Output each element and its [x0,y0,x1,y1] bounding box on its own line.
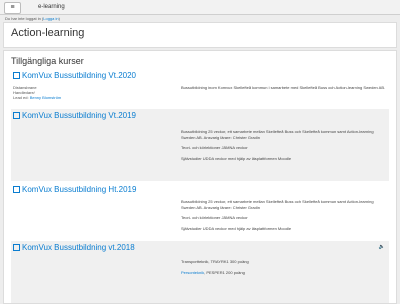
summary-paragraph: Självstudier UDDA veckor med hjälp av lä… [181,155,292,161]
summary-paragraph: Transportteknik, TRAYRK1 300 poäng [181,259,249,264]
teacher-label: Lead ed: [13,95,30,100]
login-info-prefix: Du har inte loggat in ( [5,16,44,21]
course-title-text: KomVux Bussutbildning vt.2018 [22,243,135,252]
course-icon [13,244,20,251]
summary-link[interactable]: Personteknik [181,270,204,275]
course-icon [13,112,20,119]
course-icon [13,72,20,79]
summary-paragraph: Bussutbildning 25 veckor, ett samarbete … [181,129,374,140]
site-brand[interactable]: e-learning [38,2,65,12]
hamburger-menu-icon[interactable]: ≡ [4,2,21,14]
login-info: Du har inte loggat in (Logga in) [5,16,60,21]
course-title-text: KomVux Bussutbildning Vt.2019 [22,111,136,120]
course-summary: Transportteknik, TRAYRK1 300 poäng Perso… [181,259,386,280]
summary-paragraph: Personteknik, PESPER1 200 poäng [181,270,386,276]
course-title-link[interactable]: KomVux Bussutbildning Vt.2020 [13,71,136,80]
course-summary: Bussutbildning 25 veckor, ett samarbete … [181,129,386,166]
summary-paragraph: Bussutbildning 25 veckor, ett samarbete … [181,199,374,210]
course-summary: Bussutbildning inom Komvux Skellefteå ko… [181,85,386,96]
summary-paragraph: Bussutbildning inom Komvux Skellefteå ko… [181,85,386,90]
section-heading: Tillgängliga kurser [11,56,84,66]
course-summary: Bussutbildning 25 veckor, ett samarbete … [181,199,386,236]
course-title-text: KomVux Bussutbildning Ht.2019 [22,185,137,194]
login-link[interactable]: Logga in [43,16,58,21]
course-icon [13,186,20,193]
course-title-link[interactable]: KomVux Bussutbildning Vt.2019 [13,111,136,120]
available-courses-region: Tillgängliga kurser KomVux Bussutbildnin… [3,50,397,304]
summary-paragraph: Teori- och körlektioner JÄMNA veckor [181,145,248,150]
summary-text: , PESPER1 200 poäng [204,269,245,275]
course-item: KomVux Bussutbildning Vt.2019 Bussutbild… [11,109,389,181]
course-meta: Distansbrane Handledare/ Lead ed: Benny … [13,85,61,100]
summary-paragraph: Teori- och körlektioner JÄMNA veckor [181,215,248,220]
summary-paragraph: Självstudier UDDA veckor med hjälp av lä… [181,225,292,231]
page-header: Action-learning [3,22,397,48]
course-title-text: KomVux Bussutbildning Vt.2020 [22,71,136,80]
login-info-suffix: ) [58,16,60,21]
top-navbar: ≡ e-learning [0,0,400,15]
course-teacher: Lead ed: Benny Blomström [13,95,61,100]
course-item: KomVux Bussutbildning Ht.2019 Bussutbild… [11,183,389,243]
course-item: KomVux Bussutbildning vt.2018 🔈 Transpor… [11,241,389,303]
teacher-link[interactable]: Benny Blomström [30,95,62,100]
course-title-link[interactable]: KomVux Bussutbildning vt.2018 [13,243,135,252]
speaker-icon[interactable]: 🔈 [379,244,385,250]
page-title: Action-learning [11,27,85,39]
course-title-link[interactable]: KomVux Bussutbildning Ht.2019 [13,185,136,194]
